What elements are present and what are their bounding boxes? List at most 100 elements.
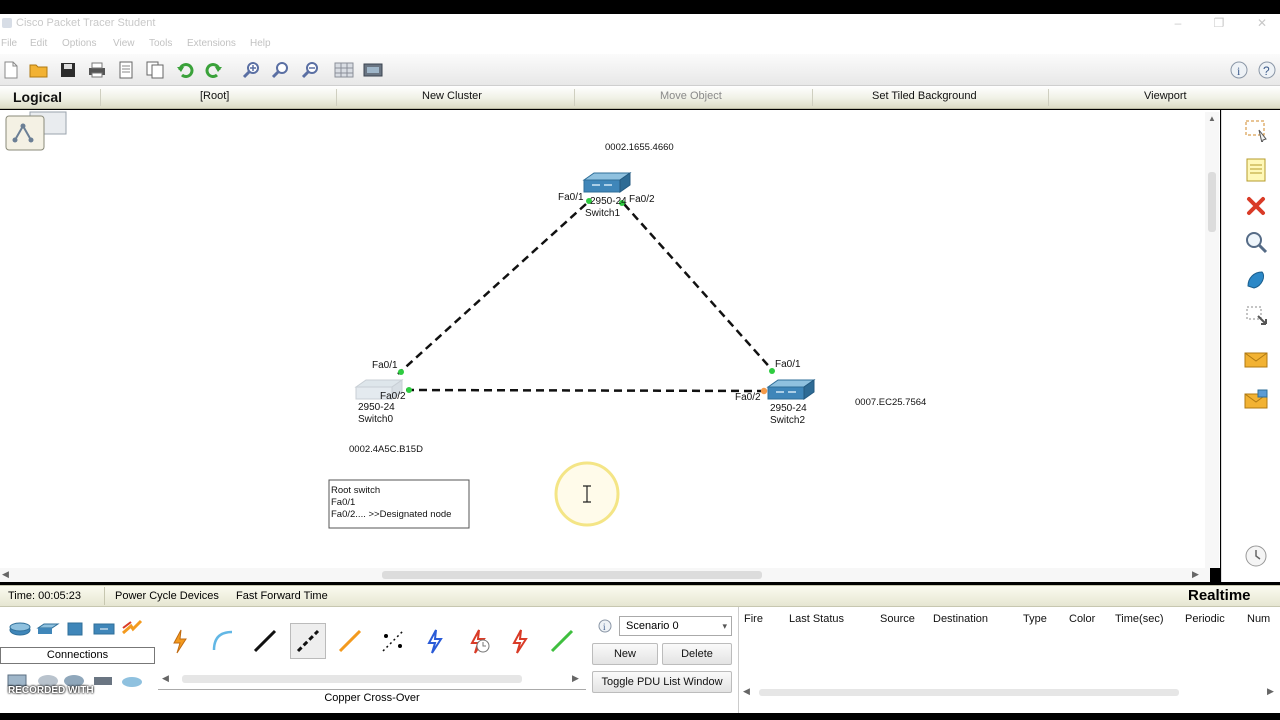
automatic-connection-icon[interactable] [162, 623, 198, 659]
cluster-navigation-icon[interactable] [5, 111, 67, 151]
coaxial-cable-icon[interactable] [417, 623, 453, 659]
viewport-button[interactable]: Viewport [1144, 90, 1187, 102]
switches-category-icon[interactable] [36, 621, 60, 640]
pdu-col-last-status: Last Status [789, 613, 845, 625]
canvas-horizontal-scrollbar[interactable]: ◀ ▶ [0, 568, 1210, 582]
switch0-name: Switch0 [358, 414, 394, 425]
delete-scenario-button[interactable]: Delete [662, 643, 732, 665]
place-note-icon[interactable] [1242, 156, 1270, 184]
zoom-reset-icon[interactable] [269, 60, 291, 80]
menu-view[interactable]: View [113, 38, 135, 49]
zoom-out-icon[interactable] [299, 60, 321, 80]
copper-straight-through-icon[interactable] [247, 623, 283, 659]
logical-workspace[interactable]: 0002.1655.4660 Fa0/1 Fa0/2 2950-24 Switc… [0, 110, 1220, 568]
realtime-clock-icon[interactable] [1242, 542, 1270, 570]
open-folder-icon[interactable] [28, 60, 50, 80]
menu-extensions[interactable]: Extensions [187, 38, 236, 49]
menu-help[interactable]: Help [250, 38, 271, 49]
switch2-mac: 0007.EC25.7564 [855, 397, 927, 408]
fiber-cable-icon[interactable] [332, 623, 368, 659]
scenario-panel: i Scenario 0 ▾ New Delete Toggle PDU Lis… [588, 607, 736, 713]
recording-watermark: RECORDED WITH [8, 685, 94, 696]
delete-icon[interactable] [1242, 192, 1270, 220]
canvas-vertical-scrollbar[interactable]: ▲ [1205, 112, 1219, 568]
multiuser-category-icon[interactable] [92, 673, 116, 692]
activity-wizard-icon[interactable] [115, 60, 137, 80]
serial-dce-icon[interactable] [460, 623, 496, 659]
phone-cable-icon[interactable] [375, 623, 411, 659]
link-switch1-switch2[interactable] [623, 203, 775, 373]
switch0-mac: 0002.4A5C.B15D [349, 444, 423, 455]
custom-devices-icon[interactable] [362, 60, 384, 80]
hubs-category-icon[interactable] [64, 621, 88, 640]
title-bar: Cisco Packet Tracer Student – ❐ ✕ [0, 14, 1280, 34]
info-icon[interactable]: i [1228, 60, 1250, 80]
undo-icon[interactable] [174, 60, 196, 80]
select-icon[interactable] [1242, 116, 1270, 144]
help-icon[interactable]: ? [1256, 60, 1278, 80]
menu-tools[interactable]: Tools [149, 38, 172, 49]
switch1-mac: 0002.1655.4660 [605, 142, 674, 153]
restore-icon[interactable]: ❐ [1209, 16, 1229, 30]
realtime-mode-label[interactable]: Realtime [1188, 587, 1251, 604]
menu-bar: File Edit Options View Tools Extensions … [0, 34, 1280, 54]
power-cycle-devices-button[interactable]: Power Cycle Devices [115, 590, 219, 602]
new-cluster-button[interactable]: New Cluster [422, 90, 482, 102]
pdu-list-scroll-thumb[interactable] [759, 689, 1179, 696]
app-icon [2, 18, 12, 28]
menu-options[interactable]: Options [62, 38, 96, 49]
routers-category-icon[interactable] [8, 621, 32, 640]
connections-category-icon[interactable] [120, 619, 144, 640]
menu-file[interactable]: File [1, 38, 17, 49]
link-switch1-switch0[interactable] [397, 203, 587, 375]
inspect-icon[interactable] [1242, 228, 1270, 256]
set-tiled-background-button[interactable]: Set Tiled Background [872, 90, 977, 102]
save-icon[interactable] [57, 60, 79, 80]
switch1-device[interactable] [582, 172, 632, 193]
new-file-icon[interactable] [0, 60, 22, 80]
vertical-scroll-thumb[interactable] [1208, 172, 1216, 232]
minimize-icon[interactable]: – [1168, 16, 1188, 30]
pdu-col-source: Source [880, 613, 915, 625]
switch2-device[interactable] [766, 379, 816, 400]
switch2-model: 2950-24 [770, 403, 807, 414]
cables-scroll-thumb[interactable] [182, 675, 522, 683]
switch0-port-fa01: Fa0/1 [372, 360, 398, 371]
scenario-info-icon[interactable]: i [598, 619, 612, 636]
serial-dte-icon[interactable] [502, 623, 538, 659]
switch2-name: Switch2 [770, 415, 806, 426]
switch2-port-fa01: Fa0/1 [775, 359, 801, 370]
wireless-category-icon[interactable] [92, 621, 116, 640]
switch0-model: 2950-24 [358, 402, 395, 413]
add-complex-pdu-icon[interactable] [1242, 386, 1270, 414]
svg-text:?: ? [1263, 64, 1270, 78]
logical-tab[interactable]: Logical [13, 89, 62, 105]
zoom-in-icon[interactable] [240, 60, 262, 80]
scenario-select[interactable]: Scenario 0 ▾ [619, 616, 732, 636]
move-object-button[interactable]: Move Object [660, 90, 722, 102]
menu-edit[interactable]: Edit [30, 38, 47, 49]
toggle-pdu-list-button[interactable]: Toggle PDU List Window [592, 671, 732, 693]
console-cable-icon[interactable] [205, 623, 241, 659]
new-scenario-button[interactable]: New [592, 643, 658, 665]
link-switch0-switch2[interactable] [405, 388, 767, 393]
copper-cross-over-icon[interactable] [290, 623, 326, 659]
switch1-port-fa01: Fa0/1 [558, 192, 584, 203]
switch1-model: 2950-24 [590, 196, 627, 207]
close-window-icon[interactable]: ✕ [1252, 16, 1272, 30]
print-icon[interactable] [86, 60, 108, 80]
topology-drawing [5, 111, 816, 529]
octal-cable-icon[interactable] [544, 623, 580, 659]
root-button[interactable]: [Root] [200, 90, 229, 102]
horizontal-scroll-thumb[interactable] [382, 571, 762, 579]
resize-shape-icon[interactable] [1242, 302, 1270, 330]
palette-icon[interactable] [333, 60, 355, 80]
cloud-category-icon[interactable] [120, 673, 144, 692]
add-simple-pdu-icon[interactable] [1242, 346, 1270, 374]
fast-forward-time-button[interactable]: Fast Forward Time [236, 590, 328, 602]
copy-icon[interactable] [144, 60, 166, 80]
draw-shape-icon[interactable] [1242, 266, 1270, 294]
scenario-selected-value: Scenario 0 [626, 620, 679, 632]
redo-icon[interactable] [203, 60, 225, 80]
selected-cable-label: Copper Cross-Over [158, 689, 586, 705]
